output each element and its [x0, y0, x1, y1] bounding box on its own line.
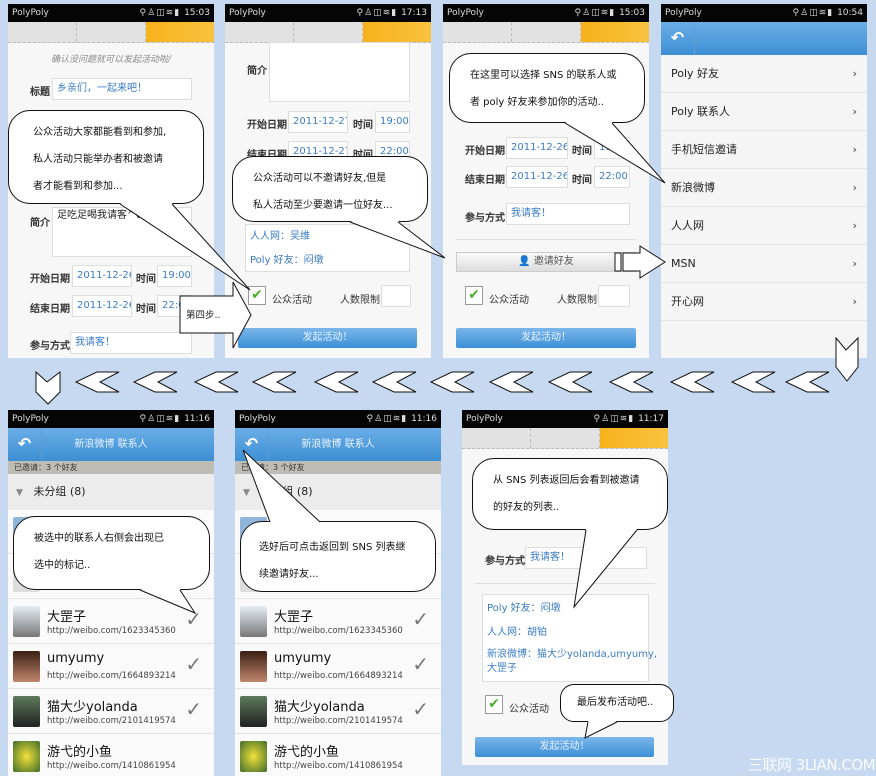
watermark: 三联网 3LIAN.COM [748, 756, 876, 774]
flow-arrow-left [429, 371, 475, 393]
step-label: 第四步.. [186, 310, 221, 321]
flow-arrow-left [547, 371, 593, 393]
annotation-overlay [35, 122, 859, 739]
callout-tail-outline [119, 203, 251, 291]
flow-arrow-right [622, 245, 666, 279]
flow-arrow-left [313, 371, 359, 393]
flow-arrow-down [35, 370, 61, 405]
flow-arrow-left [251, 371, 297, 393]
flow-arrow-right-bars [614, 252, 622, 272]
flow-arrow-left [132, 371, 178, 393]
flow-arrow-left [74, 371, 120, 393]
flow-arrow-down [835, 336, 859, 382]
flow-arrow-left [488, 371, 534, 393]
flow-arrow-left [669, 371, 715, 393]
flow-arrow-left [784, 371, 830, 393]
flow-arrow-left [193, 371, 239, 393]
flow-arrow-left [608, 371, 654, 393]
flow-arrow-left [730, 371, 776, 393]
flow-arrow-left [371, 371, 417, 393]
